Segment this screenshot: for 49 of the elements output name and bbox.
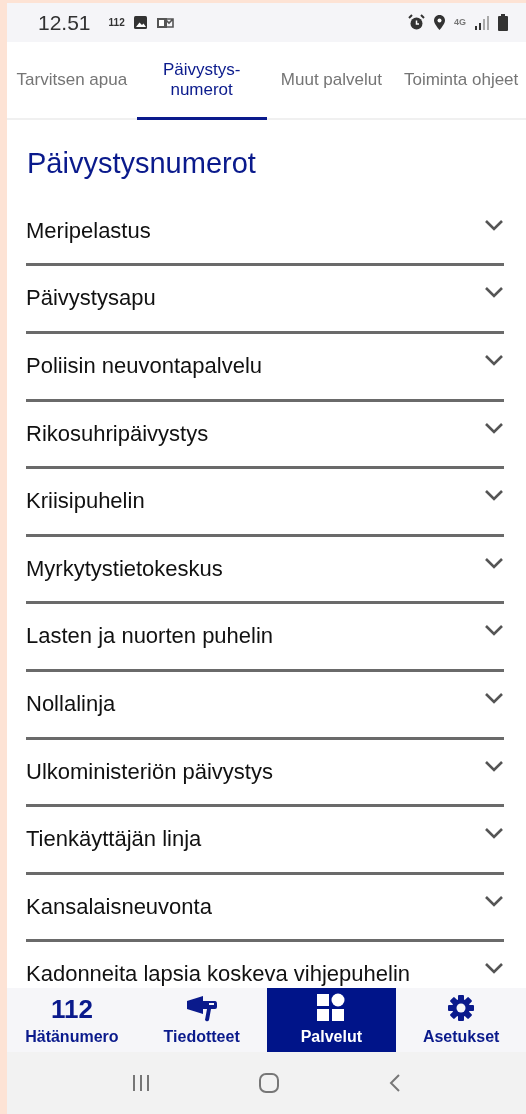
chevron-icon[interactable] xyxy=(484,759,504,772)
chevron-icon[interactable] xyxy=(484,354,504,366)
signal-icon xyxy=(474,15,490,30)
chevron-icon[interactable] xyxy=(484,894,504,907)
alarm-clock-icon xyxy=(408,14,425,31)
page-heading: Päivystysnumerot xyxy=(27,146,257,181)
home-icon[interactable] xyxy=(258,1072,281,1094)
recent-apps-icon[interactable] xyxy=(130,1073,151,1093)
accordion-item[interactable]: Lasten ja nuorten puhelin xyxy=(26,619,274,653)
settings-icon xyxy=(446,993,477,1023)
nav-tab[interactable]: Palvelut xyxy=(266,988,397,1052)
chevron-icon[interactable] xyxy=(484,489,504,502)
megaphone-icon xyxy=(184,993,219,1023)
accordion-item[interactable]: Poliisin neuvontapalvelu xyxy=(26,349,263,382)
accordion-item[interactable]: Rikosuhripäivystys xyxy=(26,416,209,450)
chevron-icon[interactable] xyxy=(484,421,504,434)
chevron-icon[interactable] xyxy=(484,624,504,637)
chevron-icon[interactable] xyxy=(484,691,504,704)
accordion-item[interactable]: Päivystysapu xyxy=(26,281,156,315)
envelope-icon xyxy=(155,15,174,30)
accordion-item[interactable]: Ulkoministeriön päivystys xyxy=(26,754,273,788)
chevron-icon[interactable] xyxy=(484,962,504,975)
tab[interactable]: Päivystys-numerot xyxy=(136,42,267,120)
accordion-item[interactable]: Tienkäyttäjän linja xyxy=(26,822,202,856)
grid-icon xyxy=(316,993,347,1023)
network-type: 4G xyxy=(454,15,466,29)
accordion-item[interactable]: Kriisipuhelin xyxy=(26,484,145,518)
battery-icon xyxy=(498,14,508,31)
tab[interactable]: Tarvitsen apua xyxy=(7,42,137,120)
chevron-icon[interactable] xyxy=(484,556,504,569)
tab[interactable]: Muut palvelut xyxy=(266,42,397,120)
chevron-icon[interactable] xyxy=(484,286,504,299)
clock-time: 12.51 xyxy=(38,9,91,36)
accordion-item[interactable]: Myrkytystietokeskus xyxy=(26,551,223,585)
accordion-item[interactable]: Nollalinja xyxy=(26,686,116,720)
nav-tab[interactable]: Asetukset xyxy=(396,988,526,1052)
accordion-item[interactable]: Kadonneita lapsia koskeva vihjepuhelin xyxy=(26,957,411,988)
image-icon xyxy=(132,15,148,30)
accordion-item[interactable]: Meripelastus xyxy=(26,213,151,247)
chevron-icon[interactable] xyxy=(484,218,504,231)
location-pin-icon xyxy=(433,14,446,31)
nav-tab[interactable]: 112 Hätänumero xyxy=(7,988,137,1052)
tab[interactable]: Toiminta ohjeet xyxy=(396,42,526,120)
chevron-icon[interactable] xyxy=(484,827,504,840)
back-icon[interactable] xyxy=(388,1073,403,1093)
notification-text: 112 xyxy=(108,16,125,30)
nav-tab[interactable]: Tiedotteet xyxy=(136,988,267,1052)
number-icon: 112 xyxy=(50,995,93,1023)
accordion-item[interactable]: Kansalaisneuvonta xyxy=(26,889,212,923)
